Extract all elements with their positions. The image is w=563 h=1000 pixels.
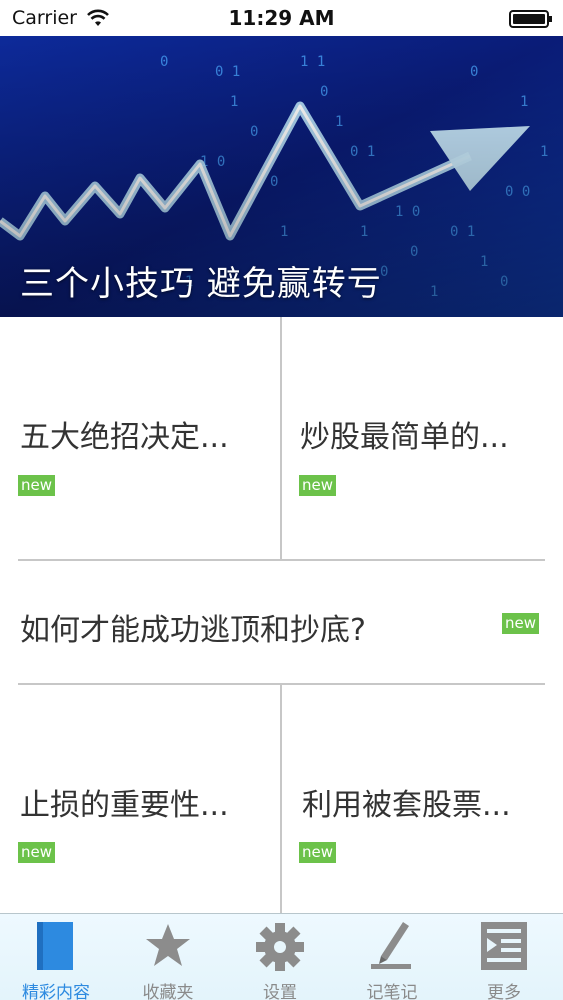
tab-label: 更多 <box>487 983 521 1000</box>
banner-title: 三个小技巧 避免赢转亏 <box>20 264 382 304</box>
tab-label: 收藏夹 <box>142 983 194 1000</box>
new-badge: new <box>502 613 540 634</box>
tab-more[interactable]: 更多 <box>448 914 560 1000</box>
more-list-icon <box>481 922 527 970</box>
tab-featured[interactable]: 精彩内容 <box>0 914 112 1000</box>
battery-icon <box>509 10 552 28</box>
article-card[interactable]: 止损的重要性... new <box>0 685 280 913</box>
divider <box>280 317 282 560</box>
tab-label: 设置 <box>263 983 297 1000</box>
tab-label: 精彩内容 <box>22 983 90 1000</box>
article-title: 利用被套股票... <box>302 788 511 823</box>
article-card[interactable]: 炒股最简单的... new <box>282 317 563 560</box>
article-title: 止损的重要性... <box>20 788 229 823</box>
tab-label: 记笔记 <box>366 983 418 1000</box>
pen-icon <box>371 922 411 969</box>
tab-favorites[interactable]: 收藏夹 <box>112 914 224 1000</box>
new-badge: new <box>18 842 56 863</box>
tab-settings[interactable]: 设置 <box>224 914 336 1000</box>
new-badge: new <box>299 842 337 863</box>
gear-icon <box>256 923 304 971</box>
new-badge: new <box>299 475 337 496</box>
new-badge: new <box>18 475 56 496</box>
article-card[interactable]: 利用被套股票... new <box>282 685 563 913</box>
divider <box>280 685 282 913</box>
tab-notes[interactable]: 记笔记 <box>336 914 448 1000</box>
article-title: 炒股最简单的... <box>300 420 509 455</box>
status-bar: Carrier 11:29 AM <box>0 0 563 36</box>
star-icon <box>146 924 190 966</box>
book-icon <box>37 922 73 970</box>
tab-bar: 精彩内容 收藏夹 设置 记笔记 更多 <box>0 913 563 1000</box>
featured-banner[interactable]: 0 110 1 001 1 010 1 101 0 010 1 101 0 01… <box>0 36 563 317</box>
clock: 11:29 AM <box>228 6 335 30</box>
article-card[interactable]: 五大绝招决定... new <box>0 317 280 560</box>
article-row[interactable]: 如何才能成功逃顶和抄底? new <box>0 561 563 683</box>
article-title: 五大绝招决定... <box>20 420 229 455</box>
article-title: 如何才能成功逃顶和抄底? <box>20 613 366 648</box>
